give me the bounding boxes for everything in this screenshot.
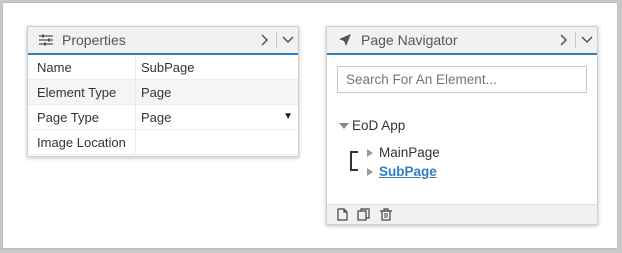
tree-root-label: EoD App (352, 118, 406, 133)
element-search-input[interactable] (337, 66, 587, 93)
page-navigator-panel: Page Navigator EoD App MainPage SubPage (326, 26, 598, 225)
property-key: Page Type (28, 104, 136, 130)
navigator-footer-toolbar (327, 204, 597, 224)
sliders-icon (38, 32, 54, 48)
navigation-arrow-icon (337, 32, 353, 48)
dropdown-caret-icon[interactable]: ▼ (283, 111, 293, 122)
header-divider (575, 32, 576, 48)
collapse-chevron-down-icon[interactable] (577, 27, 597, 53)
new-page-icon[interactable] (335, 208, 349, 222)
property-key: Name (28, 55, 136, 80)
page-type-select[interactable]: Page ▼ (135, 104, 298, 130)
delete-icon[interactable] (379, 208, 393, 222)
tree-node-label-selected[interactable]: SubPage (379, 164, 437, 179)
expand-chevron-right-icon[interactable] (255, 27, 275, 53)
panel-title: Page Navigator (361, 32, 458, 48)
properties-panel: Properties Name SubPage Element Type Pag… (27, 26, 299, 157)
tree-node-label: MainPage (379, 145, 440, 160)
property-value-name[interactable]: SubPage (135, 55, 298, 80)
property-row-image-location: Image Location (28, 129, 298, 155)
collapse-chevron-down-icon[interactable] (278, 27, 298, 53)
property-value-image-location[interactable] (135, 129, 298, 155)
properties-table: Name SubPage Element Type Page Page Type… (28, 55, 298, 155)
properties-header: Properties (28, 27, 298, 55)
tree-node-subpage[interactable]: SubPage (367, 164, 437, 179)
property-row-element-type: Element Type Page (28, 79, 298, 105)
collapsed-triangle-icon[interactable] (367, 148, 373, 157)
tree-connector (350, 151, 358, 171)
property-value-element-type: Page (135, 79, 298, 105)
property-row-page-type: Page Type Page ▼ (28, 104, 298, 130)
collapsed-triangle-icon[interactable] (367, 167, 373, 176)
expand-chevron-right-icon[interactable] (554, 27, 574, 53)
page-type-selected-value: Page (141, 109, 172, 125)
panel-title: Properties (62, 32, 126, 48)
navigator-header: Page Navigator (327, 27, 597, 55)
property-key: Element Type (28, 79, 136, 105)
property-key: Image Location (28, 129, 136, 155)
copy-page-icon[interactable] (357, 208, 371, 222)
expand-triangle-icon[interactable] (339, 122, 349, 129)
tree-node-mainpage[interactable]: MainPage (367, 145, 440, 160)
tree-root-node[interactable]: EoD App (339, 118, 405, 133)
property-row-name: Name SubPage (28, 55, 298, 80)
header-divider (276, 32, 277, 48)
